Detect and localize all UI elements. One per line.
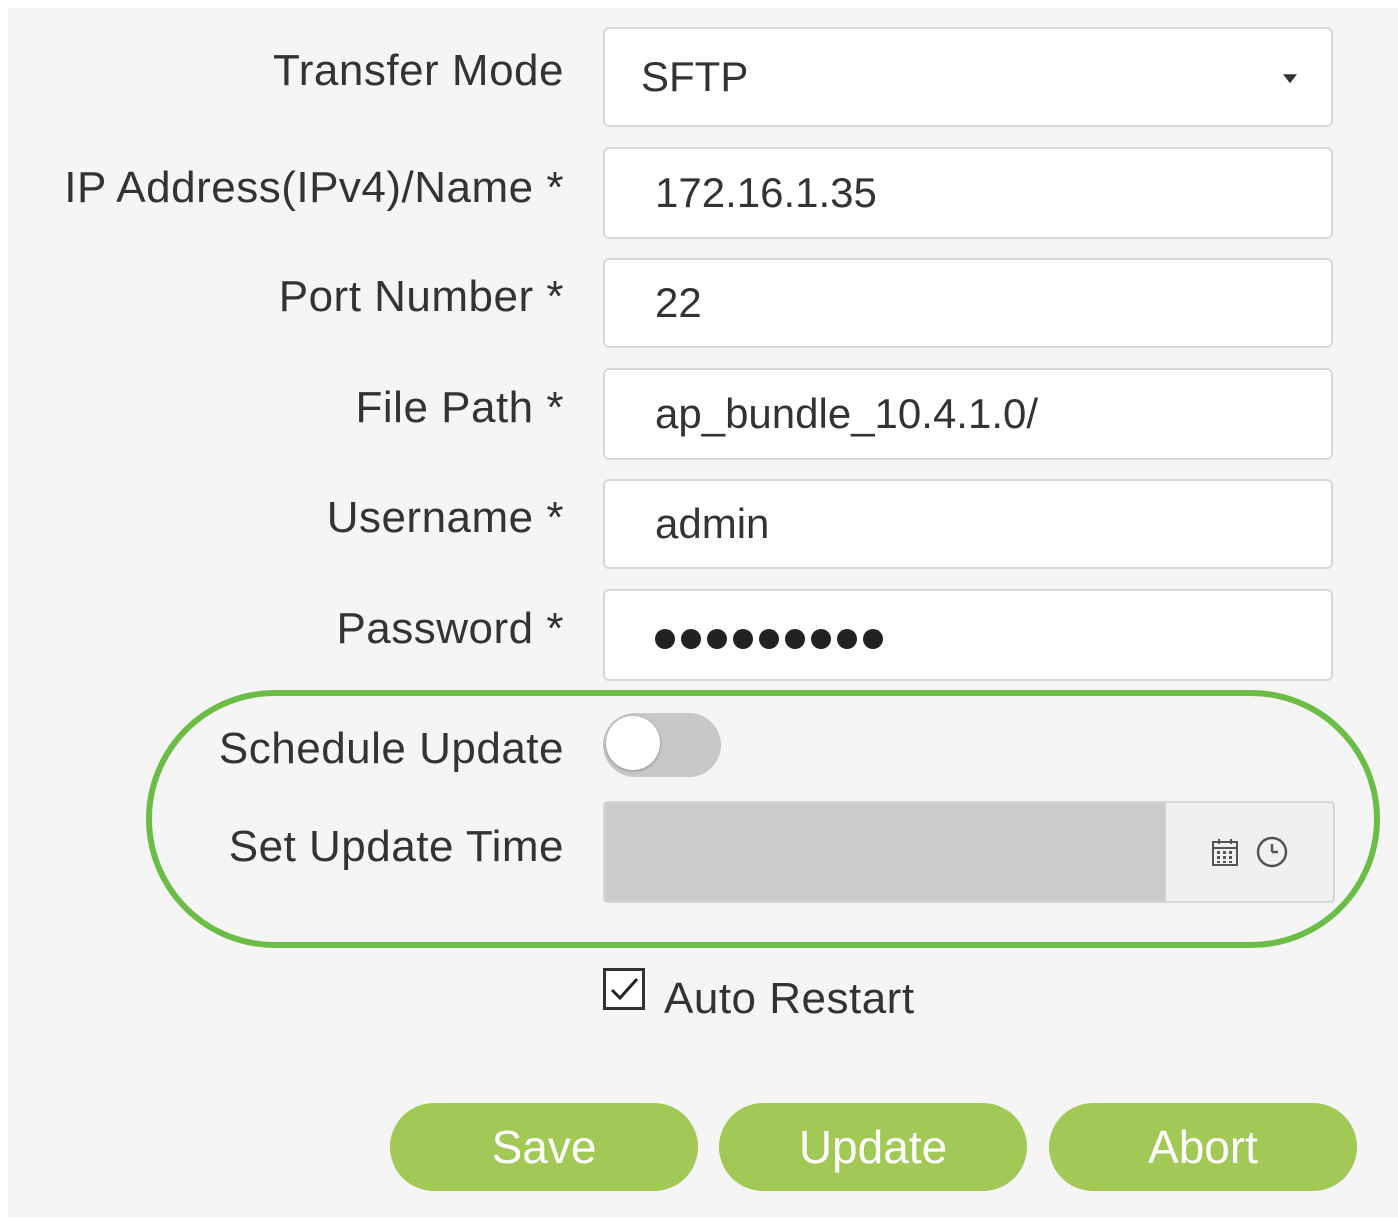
port-number-label: Port Number * [278, 272, 564, 321]
file-path-input[interactable]: ap_bundle_10.4.1.0/ [603, 368, 1333, 460]
set-update-time-input [603, 801, 1335, 903]
save-button[interactable]: Save [390, 1103, 698, 1191]
file-path-label: File Path * [355, 383, 564, 432]
ip-address-input[interactable]: 172.16.1.35 [603, 147, 1333, 239]
calendar-icon[interactable] [1211, 837, 1239, 867]
checkmark-icon [610, 977, 639, 1001]
abort-button[interactable]: Abort [1049, 1103, 1357, 1191]
password-dot [655, 629, 675, 649]
password-dot [785, 629, 805, 649]
datetime-picker-addon[interactable] [1165, 803, 1333, 901]
file-path-value: ap_bundle_10.4.1.0/ [655, 390, 1039, 437]
transfer-mode-value: SFTP [641, 53, 749, 100]
password-input[interactable] [603, 589, 1333, 681]
port-number-value: 22 [655, 279, 702, 326]
transfer-mode-label: Transfer Mode [273, 46, 564, 95]
password-dot [733, 629, 753, 649]
password-dot [759, 629, 779, 649]
password-label: Password * [336, 604, 564, 653]
username-input[interactable]: admin [603, 479, 1333, 569]
auto-restart-checkbox[interactable] [603, 968, 645, 1010]
ip-address-value: 172.16.1.35 [655, 169, 877, 216]
port-number-input[interactable]: 22 [603, 258, 1333, 348]
password-dot [837, 629, 857, 649]
password-dot [863, 629, 883, 649]
set-update-time-label: Set Update Time [228, 822, 564, 871]
username-value: admin [655, 500, 770, 547]
password-dot [681, 629, 701, 649]
caret-down-icon [1283, 74, 1297, 84]
username-label: Username * [326, 493, 564, 542]
transfer-mode-select[interactable]: SFTP [603, 27, 1333, 127]
toggle-knob [606, 716, 660, 770]
ip-address-label: IP Address(IPv4)/Name * [64, 163, 564, 212]
schedule-update-label: Schedule Update [218, 724, 564, 773]
password-dot [811, 629, 831, 649]
password-masked-value [655, 610, 889, 660]
update-button[interactable]: Update [719, 1103, 1027, 1191]
clock-icon[interactable] [1255, 835, 1289, 869]
auto-restart-label: Auto Restart [664, 974, 915, 1023]
schedule-update-toggle[interactable] [603, 713, 721, 777]
password-dot [707, 629, 727, 649]
